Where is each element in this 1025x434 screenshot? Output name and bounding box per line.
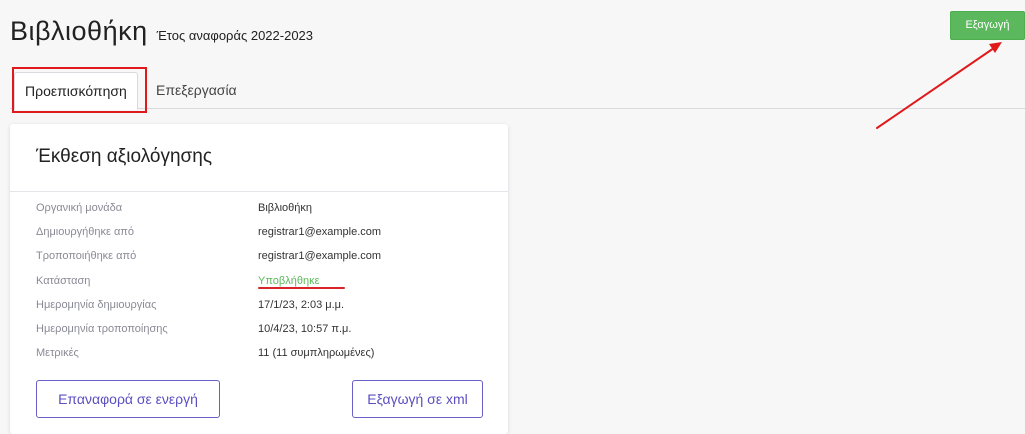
detail-label: Ημερομηνία δημιουργίας (36, 298, 157, 311)
detail-value: 10/4/23, 10:57 π.μ. (258, 323, 352, 336)
detail-row-modified-by: Τροποποιήθηκε από registrar1@example.com (36, 244, 381, 268)
annotation-underline (258, 287, 345, 289)
detail-value: 11 (11 συμπληρωμένες) (258, 347, 375, 360)
export-xml-button[interactable]: Εξαγωγή σε xml (352, 380, 483, 418)
detail-row-metrics: Μετρικές 11 (11 συμπληρωμένες) (36, 341, 381, 365)
tab-preview[interactable]: Προεπισκόπηση (14, 72, 138, 110)
page-subtitle: Έτος αναφοράς 2022-2023 (156, 28, 314, 43)
detail-row-status: Κατάσταση Υποβλήθηκε (36, 269, 381, 293)
tab-edit[interactable]: Επεξεργασία (146, 72, 247, 109)
detail-value: registrar1@example.com (258, 250, 382, 263)
detail-label: Ημερομηνία τροποποίησης (36, 323, 168, 336)
export-button[interactable]: Εξαγωγή (950, 11, 1025, 40)
detail-value: registrar1@example.com (258, 226, 382, 239)
restore-to-active-button[interactable]: Επαναφορά σε ενεργή (36, 380, 220, 418)
card-divider (10, 191, 508, 192)
card-title: Έκθεση αξιολόγησης (36, 146, 212, 167)
detail-label: Κατάσταση (36, 274, 91, 287)
page-header: Βιβλιοθήκη Έτος αναφοράς 2022-2023 (10, 16, 313, 47)
detail-value: Βιβλιοθήκη (258, 202, 313, 215)
detail-label: Τροποποιήθηκε από (36, 250, 137, 263)
detail-label: Δημιουργήθηκε από (36, 226, 135, 239)
detail-label: Οργανική μονάδα (36, 202, 123, 215)
detail-row-created-date: Ημερομηνία δημιουργίας 17/1/23, 2:03 μ.μ… (36, 293, 381, 317)
detail-row-created-by: Δημιουργήθηκε από registrar1@example.com (36, 220, 381, 244)
detail-value: 17/1/23, 2:03 μ.μ. (258, 298, 345, 311)
page-title: Βιβλιοθήκη (10, 16, 148, 46)
tab-bar: Προεπισκόπηση Επεξεργασία (0, 72, 1025, 110)
status-badge: Υποβλήθηκε (258, 274, 320, 287)
detail-row-modified-date: Ημερομηνία τροποποίησης 10/4/23, 10:57 π… (36, 317, 381, 341)
details-list: Οργανική μονάδα Βιβλιοθήκη Δημιουργήθηκε… (36, 196, 381, 365)
detail-label: Μετρικές (36, 347, 79, 360)
detail-row-unit: Οργανική μονάδα Βιβλιοθήκη (36, 196, 381, 220)
